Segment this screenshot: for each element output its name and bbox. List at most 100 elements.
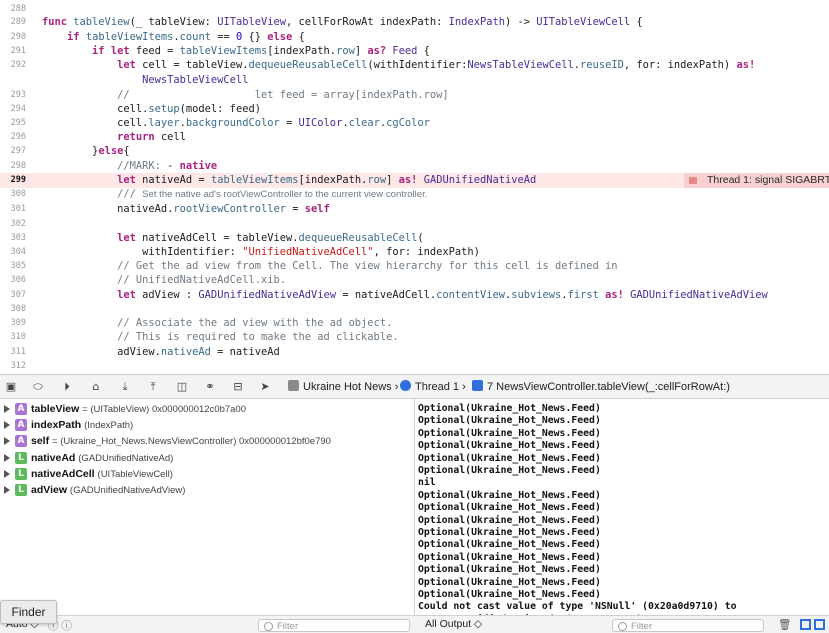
breadcrumb-frame[interactable]: 7 NewsViewController.tableView(_:cellFor…	[472, 375, 730, 399]
code-line[interactable]: 305 // Get the ad view from the Cell. Th…	[0, 259, 829, 274]
variables-filter-field[interactable]: Filter	[258, 619, 410, 632]
disclosure-triangle-icon[interactable]	[4, 486, 10, 494]
line-number[interactable]: 295	[0, 116, 26, 131]
step-into-icon[interactable]: ⤓	[118, 380, 132, 394]
view-hierarchy-icon[interactable]: ◫	[175, 380, 189, 394]
line-number[interactable]: 292	[0, 58, 26, 73]
line-number[interactable]: 299	[0, 173, 26, 188]
variable-row[interactable]: LnativeAd (GADUnifiedNativeAd)	[0, 450, 414, 466]
line-number[interactable]: 289	[0, 15, 26, 30]
disclosure-triangle-icon[interactable]	[4, 405, 10, 413]
variable-row[interactable]: AindexPath (IndexPath)	[0, 417, 414, 433]
code-line[interactable]: 293 // let feed = array[indexPath.row]	[0, 88, 829, 103]
console-filter-field[interactable]: Filter	[612, 619, 764, 632]
trash-icon[interactable]: 🗑	[778, 618, 791, 631]
line-number[interactable]: 306	[0, 273, 26, 288]
line-number[interactable]: 300	[0, 187, 26, 202]
code-line[interactable]: 311 adView.nativeAd = nativeAd	[0, 345, 829, 360]
variable-kind-badge: A	[15, 435, 27, 448]
line-number[interactable]: 291	[0, 44, 26, 59]
code-line[interactable]: 310 // This is required to make the ad c…	[0, 330, 829, 345]
code-line[interactable]: 290 if tableViewItems.count == 0 {} else…	[0, 30, 829, 45]
console-line: Optional(Ukraine_Hot_News.Feed)	[418, 527, 601, 538]
variable-row[interactable]: LnativeAdCell (UITableViewCell)	[0, 466, 414, 482]
line-number[interactable]: 296	[0, 130, 26, 145]
code-line[interactable]: 294 cell.setup(model: feed)	[0, 102, 829, 117]
pane-divider[interactable]	[414, 399, 415, 633]
variable-value: (GADUnifiedNativeAdView)	[69, 485, 186, 496]
code-line[interactable]: 309 // Associate the ad view with the ad…	[0, 316, 829, 331]
line-number[interactable]: 301	[0, 202, 26, 217]
line-number[interactable]: 290	[0, 30, 26, 45]
line-number[interactable]: 304	[0, 245, 26, 260]
line-number[interactable]: 311	[0, 345, 26, 360]
code-line[interactable]: 306 // UnifiedNativeAdCell.xib.	[0, 273, 829, 288]
variable-kind-badge: A	[15, 403, 27, 415]
split-left-icon[interactable]	[800, 619, 811, 630]
memory-graph-icon[interactable]: ⚭	[203, 380, 217, 394]
code-line[interactable]: 295 cell.layer.backgroundColor = UIColor…	[0, 116, 829, 131]
code-line[interactable]: 308	[0, 302, 829, 317]
split-right-icon[interactable]	[814, 619, 825, 630]
console-line: Optional(Ukraine_Hot_News.Feed)	[418, 415, 601, 427]
line-number[interactable]: 310	[0, 330, 26, 345]
line-number[interactable]: 294	[0, 102, 26, 117]
code-line[interactable]: 300 /// Set the native ad's rootViewCont…	[0, 187, 829, 202]
code-line[interactable]: 289 func tableView(_ tableView: UITableVi…	[0, 15, 829, 30]
line-number[interactable]: 309	[0, 316, 26, 331]
environment-overrides-icon[interactable]: ⊟	[231, 380, 245, 394]
variable-kind-badge: L	[15, 451, 27, 464]
code-line[interactable]: 299 let nativeAd = tableViewItems[indexP…	[0, 173, 829, 188]
breakpoints-toggle-icon[interactable]: ⬭	[31, 380, 45, 394]
code-text: NewsTableViewCell	[142, 74, 249, 86]
line-number[interactable]: 293	[0, 88, 26, 103]
code-line[interactable]: 301 nativeAd.rootViewController = self	[0, 202, 829, 217]
code-text: return cell	[117, 131, 186, 143]
step-out-icon[interactable]: ⤒	[146, 380, 160, 394]
line-number[interactable]: 312	[0, 359, 26, 374]
disclosure-triangle-icon[interactable]	[4, 469, 10, 478]
hide-debug-area-icon[interactable]: ▣	[4, 380, 18, 394]
code-line[interactable]: 292 let cell = tableView.dequeueReusable…	[0, 58, 829, 73]
project-icon	[288, 380, 299, 391]
line-number[interactable]: 308	[0, 302, 26, 317]
variable-row[interactable]: AtableView = (UITableView) 0x000000012c0…	[0, 401, 414, 417]
code-line[interactable]: 297 }else{	[0, 144, 829, 159]
continue-icon[interactable]: ⏵	[60, 380, 74, 394]
disclosure-triangle-icon[interactable]	[4, 453, 10, 462]
line-number[interactable]: 302	[0, 217, 26, 232]
console-output[interactable]: Optional(Ukraine_Hot_News.Feed) Optional(…	[418, 399, 829, 615]
variable-row[interactable]: Aself = (Ukraine_Hot_News.NewsViewContro…	[0, 433, 414, 449]
code-line[interactable]: 291 if let feed = tableViewItems[indexPa…	[0, 44, 829, 59]
breadcrumb-project[interactable]: Ukraine Hot News ›	[288, 375, 398, 399]
disclosure-triangle-icon[interactable]	[4, 437, 10, 446]
line-number[interactable]: 307	[0, 288, 26, 303]
variables-view: AtableView = (UITableView) 0x000000012c0…	[0, 399, 414, 615]
stack-frame-icon	[472, 380, 483, 391]
step-over-icon[interactable]: ⌂	[89, 380, 103, 394]
code-line[interactable]: 298 //MARK: - native	[0, 159, 829, 174]
line-number[interactable]: 297	[0, 144, 26, 159]
line-number[interactable]: 303	[0, 231, 26, 246]
code-line[interactable]: 304 withIdentifier: "UnifiedNativeAdCell…	[0, 245, 829, 260]
error-badge[interactable]: Thread 1: signal SIGABRT	[684, 173, 829, 188]
line-number[interactable]: 305	[0, 259, 26, 274]
output-selector[interactable]: All Output ◇	[425, 618, 482, 630]
code-line[interactable]: 303 let nativeAdCell = tableView.dequeue…	[0, 231, 829, 246]
code-text: if tableViewItems.count == 0 {} else {	[67, 31, 305, 43]
code-line[interactable]: 302	[0, 217, 829, 232]
simulate-location-icon[interactable]: ➤	[258, 380, 272, 394]
code-line[interactable]: 307 let adView : GADUnifiedNativeAdView …	[0, 288, 829, 303]
variable-row[interactable]: LadView (GADUnifiedNativeAdView)	[0, 482, 414, 498]
console-line: Optional(Ukraine_Hot_News.Feed)	[418, 514, 601, 526]
code-line[interactable]: 312	[0, 359, 829, 374]
breadcrumb-thread[interactable]: Thread 1 ›	[400, 375, 466, 399]
code-editor[interactable]: 288 289 func tableView(_ tableView: UITabl…	[0, 0, 829, 374]
console-line: Optional(Ukraine_Hot_News.Feed)	[418, 403, 601, 414]
line-number[interactable]: 298	[0, 159, 26, 174]
variable-value: = (UITableView) 0x000000012c0b7a00	[82, 404, 246, 415]
disclosure-triangle-icon[interactable]	[4, 421, 10, 430]
code-line[interactable]: NewsTableViewCell	[0, 73, 829, 88]
code-line[interactable]: 296 return cell	[0, 130, 829, 145]
variable-name: indexPath (IndexPath)	[31, 419, 134, 432]
